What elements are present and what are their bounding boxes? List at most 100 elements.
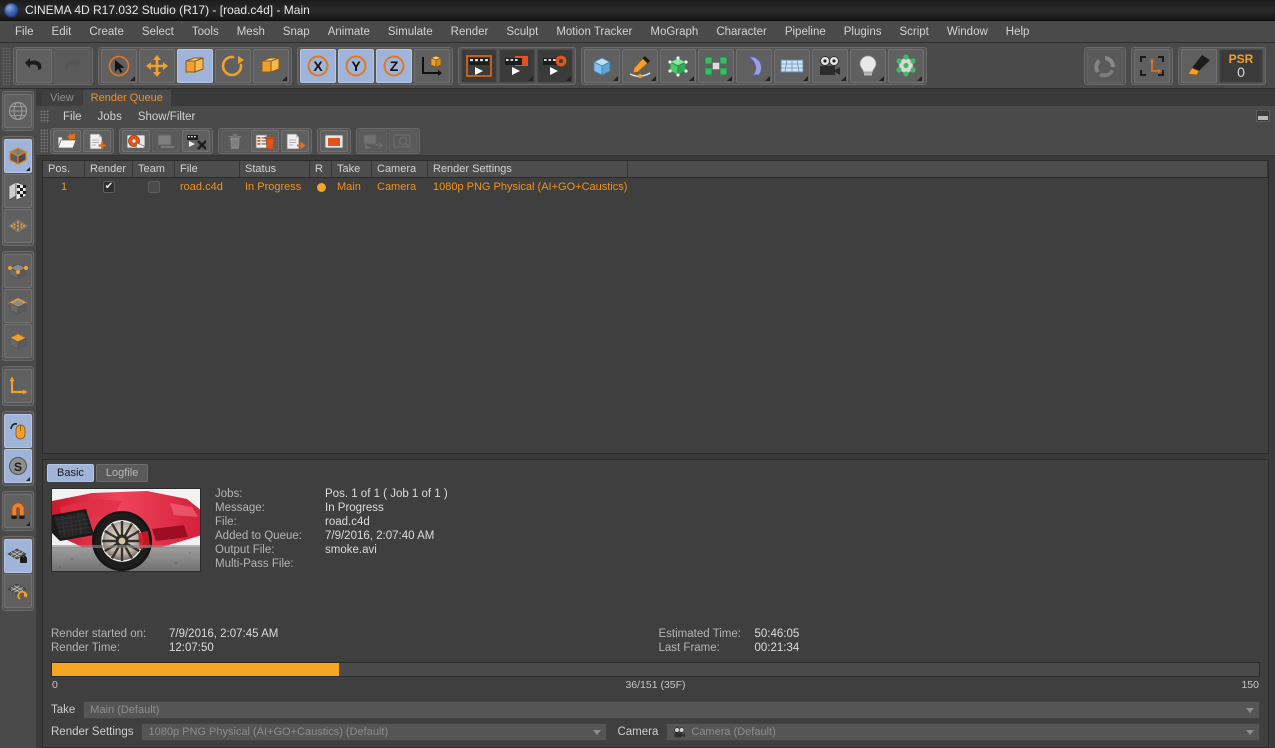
start-rendering-button[interactable] (122, 130, 150, 152)
undo-button[interactable] (16, 48, 52, 83)
clear-finished-jobs-button[interactable] (251, 130, 279, 152)
world-object-coordinates-button[interactable] (414, 48, 450, 83)
column-header-team[interactable]: Team (133, 161, 175, 177)
rotate-tool[interactable] (215, 48, 251, 83)
queue-toolbar-grip[interactable] (40, 129, 48, 153)
viewport-solo-mouse-button[interactable] (4, 414, 32, 448)
add-job-button[interactable] (83, 130, 111, 152)
tab-render-queue[interactable]: Render Queue (82, 90, 171, 106)
globe-undo-view-icon-button[interactable] (4, 94, 32, 128)
column-header-pos[interactable]: Pos. (43, 161, 85, 177)
render-checkbox[interactable]: ✔ (103, 181, 115, 193)
menu-item-edit[interactable]: Edit (43, 24, 81, 40)
column-header-r[interactable]: R (310, 161, 332, 177)
menu-item-tools[interactable]: Tools (183, 24, 228, 40)
menu-item-mesh[interactable]: Mesh (228, 24, 274, 40)
queue-menu-show-filter[interactable]: Show/Filter (130, 109, 204, 125)
column-header-render[interactable]: Render (85, 161, 133, 177)
redo-button[interactable] (54, 48, 90, 83)
annotation-tool-button[interactable] (1181, 49, 1217, 83)
queue-menubar-grip[interactable] (40, 110, 49, 123)
menu-item-select[interactable]: Select (133, 24, 183, 40)
menu-item-motion-tracker[interactable]: Motion Tracker (547, 24, 641, 40)
scale-tool[interactable] (177, 48, 213, 83)
psr-indicator[interactable]: PSR 0 (1219, 49, 1263, 83)
tab-basic[interactable]: Basic (47, 464, 94, 482)
texture-mode-button[interactable] (4, 174, 32, 208)
column-header-status[interactable]: Status (240, 161, 310, 177)
render-settings-button[interactable] (537, 48, 573, 83)
column-header-camera[interactable]: Camera (372, 161, 428, 177)
xpresso-button[interactable] (888, 48, 924, 83)
take-dropdown[interactable]: Main (Default) (83, 701, 1260, 719)
polygons-mode-button[interactable] (4, 324, 32, 358)
tab-logfile[interactable]: Logfile (95, 464, 149, 482)
enable-axis-modification-button[interactable] (4, 369, 32, 403)
panel-collapse-widget[interactable] (1256, 110, 1270, 122)
move-tool[interactable] (139, 48, 175, 83)
z-axis-lock-button[interactable]: Z (376, 48, 412, 83)
cell-render-checkbox[interactable]: ✔ (85, 178, 133, 196)
soft-selection-button[interactable]: S (4, 449, 32, 483)
workplane-reset-button[interactable] (4, 574, 32, 608)
y-axis-lock-button[interactable]: Y (338, 48, 374, 83)
column-header-file[interactable]: File (175, 161, 240, 177)
column-header-take[interactable]: Take (332, 161, 372, 177)
points-mode-button[interactable] (4, 254, 32, 288)
camera-dropdown[interactable]: Camera (Default) (666, 723, 1260, 741)
tab-view[interactable]: View (42, 90, 82, 106)
mograph-cloner-button[interactable] (698, 48, 734, 83)
edges-mode-button[interactable] (4, 289, 32, 323)
team-checkbox[interactable] (148, 181, 160, 193)
magnet-tool-button[interactable] (4, 494, 32, 528)
enable-snap-button[interactable] (1087, 49, 1123, 83)
menu-item-plugins[interactable]: Plugins (835, 24, 891, 40)
menu-item-script[interactable]: Script (890, 24, 937, 40)
menu-item-animate[interactable]: Animate (319, 24, 379, 40)
render-to-picture-viewer-button[interactable] (499, 48, 535, 83)
export-job-list-button[interactable] (281, 130, 309, 152)
menu-item-file[interactable]: File (6, 24, 43, 40)
menu-item-mograph[interactable]: MoGraph (641, 24, 707, 40)
cube-primitive-button[interactable] (584, 48, 620, 83)
x-axis-lock-button[interactable]: X (300, 48, 336, 83)
camera-button[interactable] (812, 48, 848, 83)
workplane-button[interactable] (1134, 49, 1170, 83)
menu-item-create[interactable]: Create (80, 24, 133, 40)
queue-menu-file[interactable]: File (55, 109, 90, 125)
toolbar-grip[interactable] (2, 46, 11, 85)
render-settings-label: Render Settings (51, 726, 134, 738)
column-header-render-settings[interactable]: Render Settings (428, 161, 628, 177)
stat-value-render-time: 12:07:50 (169, 642, 214, 654)
menu-item-help[interactable]: Help (997, 24, 1039, 40)
menu-item-simulate[interactable]: Simulate (379, 24, 442, 40)
menu-item-window[interactable]: Window (938, 24, 997, 40)
menu-item-sculpt[interactable]: Sculpt (497, 24, 547, 40)
menu-item-pipeline[interactable]: Pipeline (776, 24, 835, 40)
delete-job-button[interactable] (221, 130, 249, 152)
deformer-cube-button[interactable] (660, 48, 696, 83)
pause-rendering-button[interactable] (152, 130, 180, 152)
workplane-grid-button[interactable] (4, 209, 32, 243)
render-settings-dropdown[interactable]: 1080p PNG Physical (AI+GO+Caustics) (Def… (141, 723, 608, 741)
queue-search-button[interactable] (389, 130, 417, 152)
bend-deformer-button[interactable] (736, 48, 772, 83)
cell-team-checkbox[interactable] (133, 178, 175, 196)
open-picture-viewer-button[interactable] (320, 130, 348, 152)
light-button[interactable] (850, 48, 886, 83)
live-selection-tool[interactable] (101, 48, 137, 83)
open-job-button[interactable] (53, 130, 81, 152)
queue-menu-jobs[interactable]: Jobs (90, 109, 130, 125)
table-row[interactable]: 1 ✔ road.c4d In Progress Main Camera 108… (43, 178, 1268, 196)
menu-item-character[interactable]: Character (707, 24, 776, 40)
render-view-button[interactable] (461, 48, 497, 83)
menu-item-snap[interactable]: Snap (274, 24, 319, 40)
stop-rendering-button[interactable] (182, 130, 210, 152)
queue-settings-button[interactable] (359, 130, 387, 152)
menu-item-render[interactable]: Render (442, 24, 498, 40)
workplane-lock-button[interactable] (4, 539, 32, 573)
spline-pen-button[interactable] (622, 48, 658, 83)
make-editable-button[interactable] (4, 139, 32, 173)
scale-secondary-tool[interactable] (253, 48, 289, 83)
environment-floor-button[interactable] (774, 48, 810, 83)
